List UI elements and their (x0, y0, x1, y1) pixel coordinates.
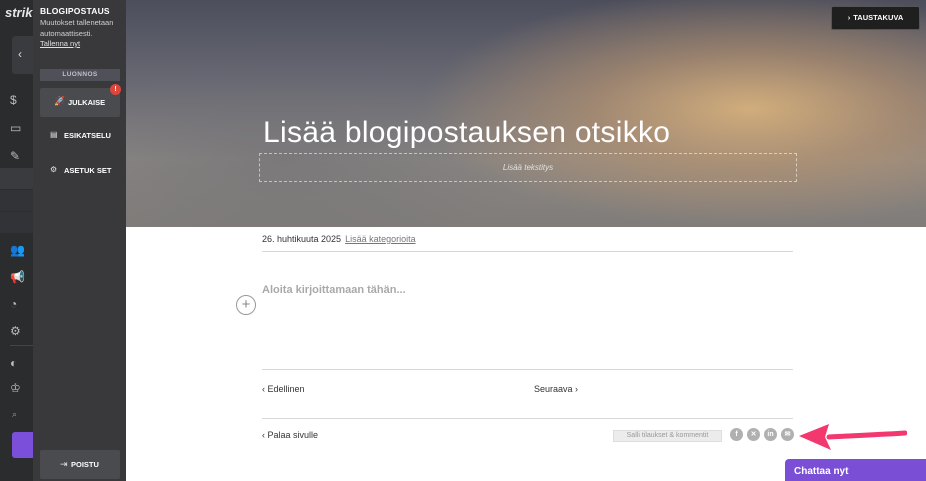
search-icon[interactable]: ⌕ (12, 409, 17, 420)
megaphone-icon[interactable]: 📢 (10, 270, 25, 284)
background-image-label: TAUSTAKUVA (853, 13, 904, 22)
linkedin-icon[interactable]: in (764, 428, 777, 441)
next-post-link[interactable]: Seuraava › (534, 384, 578, 394)
publish-label: JULKAISE (68, 98, 106, 107)
exit-label: POISTU (71, 460, 99, 469)
toggle-icon[interactable]: ◐ (10, 356, 17, 370)
app-logo: strik (5, 5, 33, 20)
store-icon[interactable]: ▭ (10, 121, 21, 135)
background-image-button[interactable]: › TAUSTAKUVA (831, 6, 920, 30)
editor-panel: BLOGIPOSTAUS Muutokset tallenetaan autom… (33, 0, 126, 481)
exit-button[interactable]: ⇥ POISTU (40, 450, 120, 479)
autosave-note: Muutokset tallenetaan automaattisesti. T… (40, 18, 124, 50)
chevron-left-icon: ‹ (18, 47, 22, 61)
annotation-arrow (799, 424, 907, 450)
dollar-icon[interactable]: $ (10, 93, 17, 107)
subtitle-input[interactable]: Lisää tekstitys (259, 153, 797, 182)
back-to-page-link[interactable]: ‹ Palaa sivulle (262, 430, 318, 440)
publish-button[interactable]: 🚀 JULKAISE (40, 88, 120, 117)
add-block-button[interactable]: + (236, 295, 256, 315)
chevron-right-icon: › (572, 384, 579, 394)
back-to-page-label: Palaa sivulle (267, 430, 319, 440)
add-categories-link[interactable]: Lisää kategorioita (345, 234, 416, 244)
next-label: Seuraava (534, 384, 573, 394)
previous-post-link[interactable]: ‹ Edellinen (262, 384, 305, 394)
gear-icon[interactable]: ⚙ (10, 324, 21, 338)
preview-icon: ▤ (50, 130, 58, 139)
chat-button[interactable]: Chattaa nyt (785, 459, 926, 481)
post-meta: 26. huhtikuuta 2025 Lisää kategorioita (262, 234, 416, 244)
divider (262, 418, 793, 419)
preview-button[interactable]: ▤ ESIKATSELU (40, 125, 120, 145)
settings-label: ASETUK SET (64, 166, 112, 175)
rocket-icon: 🚀 (54, 96, 66, 106)
autosave-text: Muutokset tallenetaan automaattisesti. (40, 18, 114, 38)
divider (262, 251, 793, 252)
x-icon[interactable]: ✕ (747, 428, 760, 441)
crown-icon[interactable]: ♔ (10, 381, 21, 395)
hero-background[interactable] (126, 0, 926, 227)
pen-icon[interactable]: ✎ (10, 149, 20, 163)
publish-alert-badge: ! (110, 84, 121, 95)
save-now-link[interactable]: Tallenna nyt (40, 39, 124, 50)
exit-icon: ⇥ (60, 459, 68, 469)
allow-comments-button[interactable]: Salli tilaukset & kommentit (613, 430, 722, 442)
settings-button[interactable]: ⚙ ASETUK SET (40, 160, 120, 180)
email-icon[interactable]: ✉ (781, 428, 794, 441)
chevron-right-icon: › (847, 13, 851, 22)
facebook-icon[interactable]: f (730, 428, 743, 441)
previous-label: Edellinen (267, 384, 305, 394)
users-icon[interactable]: 👥 (10, 243, 25, 257)
analytics-icon[interactable]: ◔ (10, 297, 17, 311)
gear-icon: ⚙ (50, 165, 58, 174)
status-badge: LUONNOS (40, 69, 120, 81)
preview-label: ESIKATSELU (64, 131, 111, 140)
editor-title: BLOGIPOSTAUS (40, 6, 110, 16)
post-body-editor[interactable]: Aloita kirjoittamaan tähän... (262, 284, 406, 296)
post-title[interactable]: Lisää blogipostauksen otsikko (263, 116, 670, 150)
divider (262, 369, 793, 370)
post-date: 26. huhtikuuta 2025 (262, 234, 342, 244)
